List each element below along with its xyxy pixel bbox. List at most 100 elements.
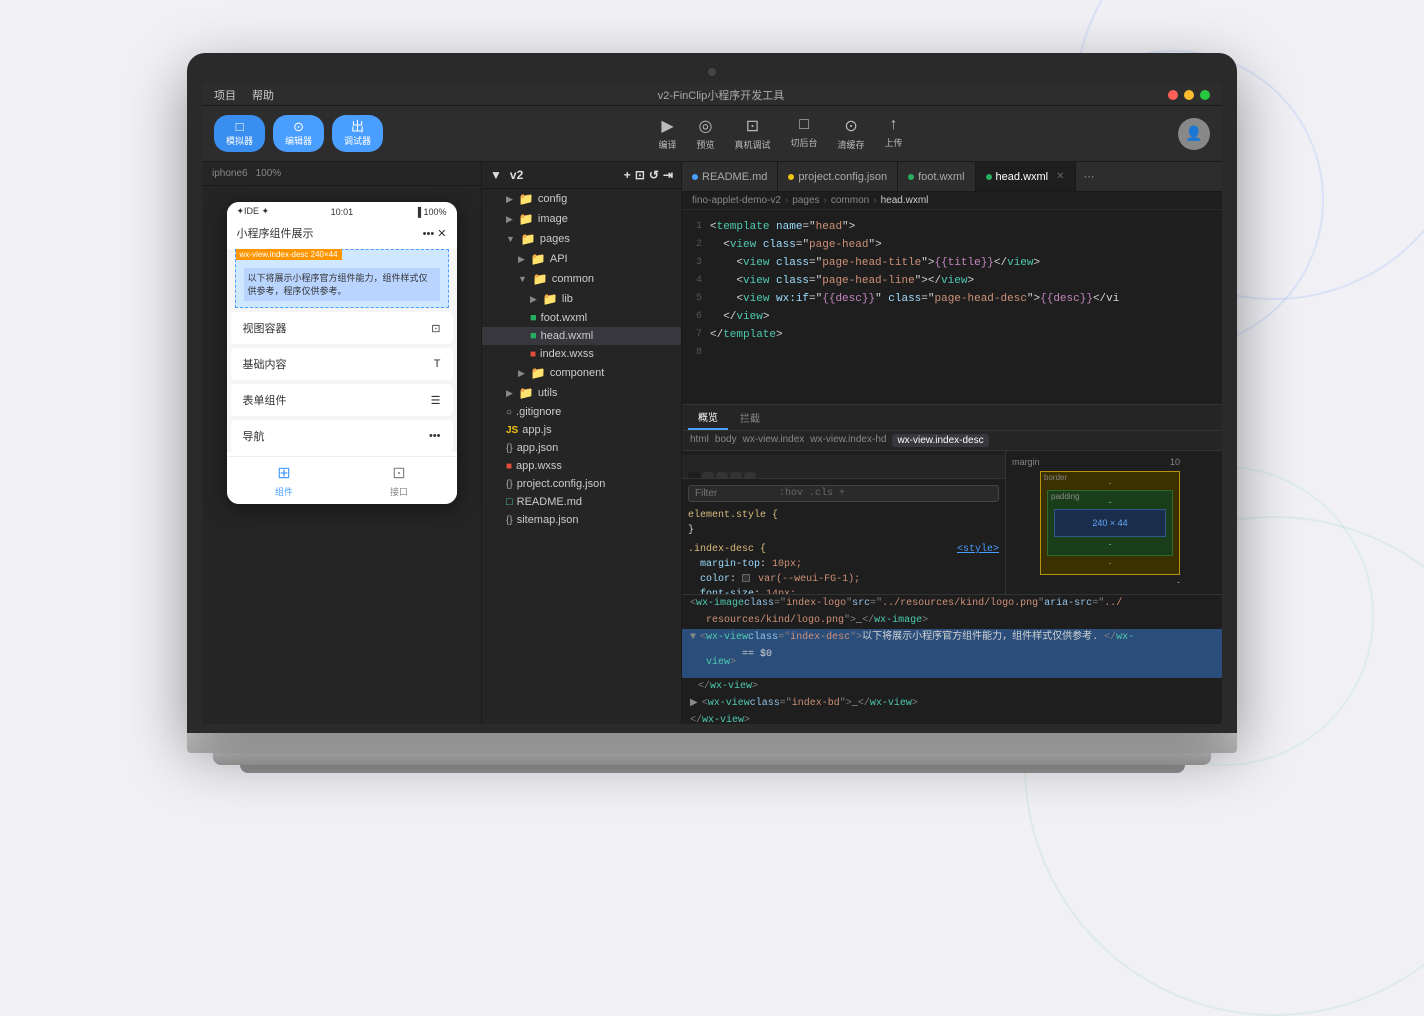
tree-item-app-js-label: app.js <box>522 424 551 436</box>
tree-item-api-label: API <box>550 253 568 265</box>
box-model: margin 10 border - padding - <box>1006 451 1186 594</box>
minimize-button[interactable] <box>1184 90 1194 100</box>
component-tab-label: 组件 <box>275 485 293 498</box>
element-text: 以下将展示小程序官方组件能力，组件样式仅供参考，程序仅供参考。 <box>244 268 440 301</box>
tab-foot-label: foot.wxml <box>918 171 964 183</box>
tree-item-gitignore-label: .gitignore <box>516 406 561 418</box>
tree-item-readme[interactable]: □ README.md <box>482 493 681 511</box>
simulator-button[interactable]: □ 模拟器 <box>214 115 265 152</box>
filter-bar: :hov .cls + <box>688 485 999 502</box>
phone-tab-interface[interactable]: ⊡ 接口 <box>342 457 457 504</box>
tab-head-close[interactable]: ✕ <box>1056 171 1064 182</box>
tab-project-config[interactable]: project.config.json <box>778 162 898 192</box>
debugger-button[interactable]: 出 调试器 <box>332 115 383 152</box>
devtools-tab-intercept[interactable]: 拦截 <box>730 406 770 429</box>
tree-item-component-label: component <box>550 367 604 379</box>
device-debug-tool[interactable]: ⊡ 真机调试 <box>735 116 771 151</box>
tree-item-config-label: config <box>538 193 567 205</box>
phone-status-bar: ✦IDE ✦ 10:01 ▐ 100% <box>227 202 457 221</box>
editor-button[interactable]: ⊙ 编辑器 <box>273 115 324 152</box>
phone-container: ✦IDE ✦ 10:01 ▐ 100% 小程序组件展示 ••• ✕ <box>202 186 481 724</box>
tree-item-image[interactable]: ▶ 📁 image <box>482 209 681 229</box>
el-tab-properties[interactable] <box>730 472 742 478</box>
content-size: 240 × 44 <box>1092 518 1127 528</box>
devtools-top-tabs: 概览 拦截 <box>682 405 1222 431</box>
upload-tool[interactable]: ↑ 上传 <box>885 116 903 151</box>
margin-bottom-val: - <box>1177 577 1180 587</box>
preview-tool[interactable]: ◎ 预览 <box>696 116 714 151</box>
tree-item-foot-wxml[interactable]: ■ foot.wxml <box>482 309 681 327</box>
phone-title-actions: ••• ✕ <box>423 227 447 240</box>
tree-item-app-json[interactable]: {} app.json <box>482 439 681 457</box>
section-views[interactable]: 视图容器 ⊡ <box>231 312 453 344</box>
filter-input[interactable] <box>695 488 775 499</box>
section-nav-icon: ••• <box>429 430 441 442</box>
maximize-button[interactable] <box>1200 90 1210 100</box>
phone-mockup: ✦IDE ✦ 10:01 ▐ 100% 小程序组件展示 ••• ✕ <box>227 202 457 504</box>
tab-head-wxml[interactable]: head.wxml ✕ <box>976 162 1076 192</box>
section-form[interactable]: 表单组件 ☰ <box>231 384 453 416</box>
phone-tab-component[interactable]: ⊞ 组件 <box>227 457 342 504</box>
menu-item-project[interactable]: 项目 <box>214 87 236 103</box>
menu-item-help[interactable]: 帮助 <box>252 87 274 103</box>
tree-item-lib[interactable]: ▶ 📁 lib <box>482 289 681 309</box>
tab-readme[interactable]: README.md <box>682 162 778 192</box>
tree-item-config[interactable]: ▶ 📁 config <box>482 189 681 209</box>
section-basic[interactable]: 基础内容 T <box>231 348 453 380</box>
selector-body[interactable]: body <box>715 434 737 447</box>
tree-item-sitemap-label: sitemap.json <box>517 514 579 526</box>
tree-item-app-wxss[interactable]: ■ app.wxss <box>482 457 681 475</box>
new-folder-icon[interactable]: ⊡ <box>635 168 645 182</box>
phone-battery: ▐ 100% <box>415 207 447 217</box>
selector-wx-view-index[interactable]: wx-view.index <box>743 434 805 447</box>
compile-tool[interactable]: ▶ 编译 <box>658 116 676 151</box>
avatar[interactable]: 👤 <box>1178 118 1210 150</box>
tree-item-pages[interactable]: ▼ 📁 pages <box>482 229 681 249</box>
refresh-icon[interactable]: ↺ <box>649 168 659 182</box>
el-tab-events[interactable] <box>702 472 714 478</box>
breadcrumb: fino-applet-demo-v2 › pages › common › h… <box>682 192 1222 210</box>
el-tab-breakpoints[interactable] <box>716 472 728 478</box>
tree-item-index-wxss[interactable]: ■ index.wxss <box>482 345 681 363</box>
tree-item-component[interactable]: ▶ 📁 component <box>482 363 681 383</box>
new-file-icon[interactable]: + <box>624 168 631 182</box>
tree-item-project-config[interactable]: {} project.config.json <box>482 475 681 493</box>
tree-item-head-wxml[interactable]: ■ head.wxml <box>482 327 681 345</box>
preview-header: iphone6 100% <box>202 162 481 186</box>
tree-item-foot-wxml-label: foot.wxml <box>541 312 587 324</box>
el-tab-styles[interactable] <box>688 472 700 478</box>
tree-item-api[interactable]: ▶ 📁 API <box>482 249 681 269</box>
simulator-icon: □ <box>236 119 244 136</box>
close-button[interactable] <box>1168 90 1178 100</box>
color-swatch[interactable] <box>742 574 750 582</box>
tree-item-sitemap[interactable]: {} sitemap.json <box>482 511 681 529</box>
tree-item-common[interactable]: ▼ 📁 common <box>482 269 681 289</box>
html-line-6: ▶<wx-view class="index-bd">_</wx-view> <box>682 695 1222 712</box>
selector-html[interactable]: html <box>690 434 709 447</box>
debugger-label: 调试器 <box>344 136 371 148</box>
tab-foot-wxml[interactable]: foot.wxml <box>898 162 975 192</box>
tree-item-lib-label: lib <box>562 293 573 305</box>
clear-cache-tool[interactable]: ⊙ 清缓存 <box>838 116 865 151</box>
element-style-tabs <box>682 455 1005 479</box>
el-tab-accessibility[interactable] <box>744 472 756 478</box>
box-model-label: margin 10 <box>1012 457 1180 467</box>
phone-content: wx-view.index-desc 240×44 以下将展示小程序官方组件能力… <box>227 249 457 452</box>
html-line-4: view> == $0 <box>682 646 1222 678</box>
section-nav[interactable]: 导航 ••• <box>231 420 453 452</box>
selector-wx-view-hd[interactable]: wx-view.index-hd <box>810 434 886 447</box>
laptop: 项目 帮助 v2-FinClip小程序开发工具 □ 模拟器 <box>187 53 1237 813</box>
clear-cache-label: 清缓存 <box>838 138 865 151</box>
tree-item-utils[interactable]: ▶ 📁 utils <box>482 383 681 403</box>
tree-item-app-js[interactable]: JS app.js <box>482 421 681 439</box>
collapse-icon[interactable]: ⇥ <box>663 168 673 182</box>
code-block[interactable]: 1 <template name="head"> 2 <view class="… <box>682 210 1222 404</box>
component-tab-icon: ⊞ <box>277 463 290 483</box>
background-tool[interactable]: □ 切后台 <box>791 116 818 151</box>
selector-wx-view-desc[interactable]: wx-view.index-desc <box>892 434 988 447</box>
tab-more[interactable]: ⋯ <box>1076 170 1103 183</box>
tree-item-gitignore[interactable]: ○ .gitignore <box>482 403 681 421</box>
phone-time: 10:01 <box>331 207 354 217</box>
devtools-tab-overview[interactable]: 概览 <box>688 405 728 430</box>
device-debug-icon: ⊡ <box>746 116 759 136</box>
